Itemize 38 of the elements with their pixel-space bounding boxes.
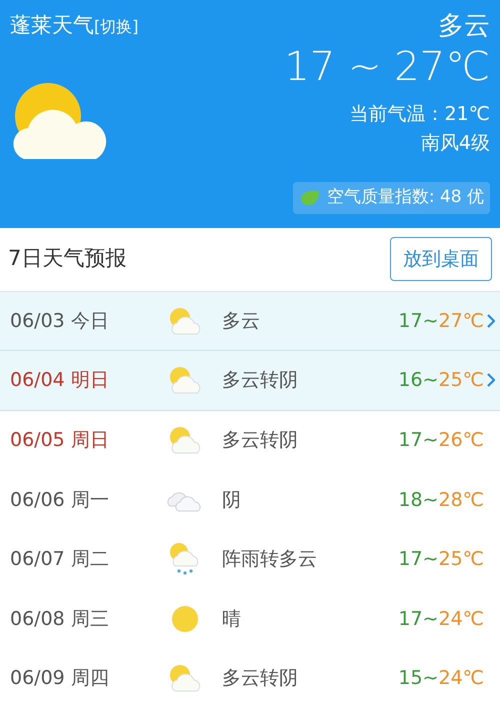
temperature-range: 15~24℃ bbox=[398, 666, 484, 691]
temperature-range: 16~25℃ bbox=[398, 368, 484, 393]
wind-text: 南风4级 bbox=[420, 131, 490, 156]
date-text: 06/04 明日 bbox=[10, 368, 110, 393]
air-quality-text: 空气质量指数: 48 优 bbox=[326, 186, 484, 210]
date-text: 06/05 周日 bbox=[10, 428, 110, 453]
leaf-icon bbox=[298, 188, 321, 207]
date-text: 06/09 周四 bbox=[10, 666, 110, 691]
condition-text: 多云 bbox=[438, 10, 490, 42]
sun-cloud-icon bbox=[167, 365, 203, 396]
condition-text: 多云转阴 bbox=[222, 666, 299, 691]
condition-text: 阴 bbox=[222, 488, 242, 512]
forecast-title: 7日天气预报 bbox=[8, 245, 126, 272]
temperature-range: 17~25℃ bbox=[398, 547, 484, 572]
temperature-range: 18~28℃ bbox=[398, 488, 484, 512]
condition-text: 多云转阴 bbox=[222, 368, 299, 393]
chevron-right-icon bbox=[487, 373, 495, 388]
condition-text: 多云 bbox=[222, 308, 261, 334]
date-text: 06/08 周三 bbox=[10, 606, 110, 632]
forecast-row[interactable]: 06/04 明日 多云转阴 16~25℃ bbox=[0, 351, 500, 410]
sun-cloud-icon bbox=[167, 425, 203, 456]
date-text: 06/06 周一 bbox=[10, 488, 110, 512]
sun-cloud-icon bbox=[167, 306, 203, 336]
temperature-range: 17 ~ 27℃ bbox=[284, 43, 490, 92]
forecast-row[interactable]: 06/03 今日 多云 17~27℃ bbox=[0, 292, 500, 351]
sun-cloud-icon bbox=[167, 663, 203, 694]
date-text: 06/03 今日 bbox=[10, 308, 110, 334]
temperature-range: 17~27℃ bbox=[398, 308, 484, 334]
sun-icon bbox=[171, 604, 199, 633]
date-text: 06/07 周二 bbox=[10, 547, 110, 572]
chevron-right-icon bbox=[487, 314, 495, 328]
condition-text: 晴 bbox=[222, 606, 242, 632]
current-temperature: 当前气温：21℃ bbox=[349, 102, 490, 127]
temperature-range: 17~24℃ bbox=[398, 606, 484, 632]
city-title: 蓬莱天气 bbox=[10, 12, 94, 39]
temperature-range: 17~26℃ bbox=[398, 428, 484, 453]
condition-text: 阵雨转多云 bbox=[222, 547, 318, 572]
condition-text: 多云转阴 bbox=[222, 428, 299, 453]
